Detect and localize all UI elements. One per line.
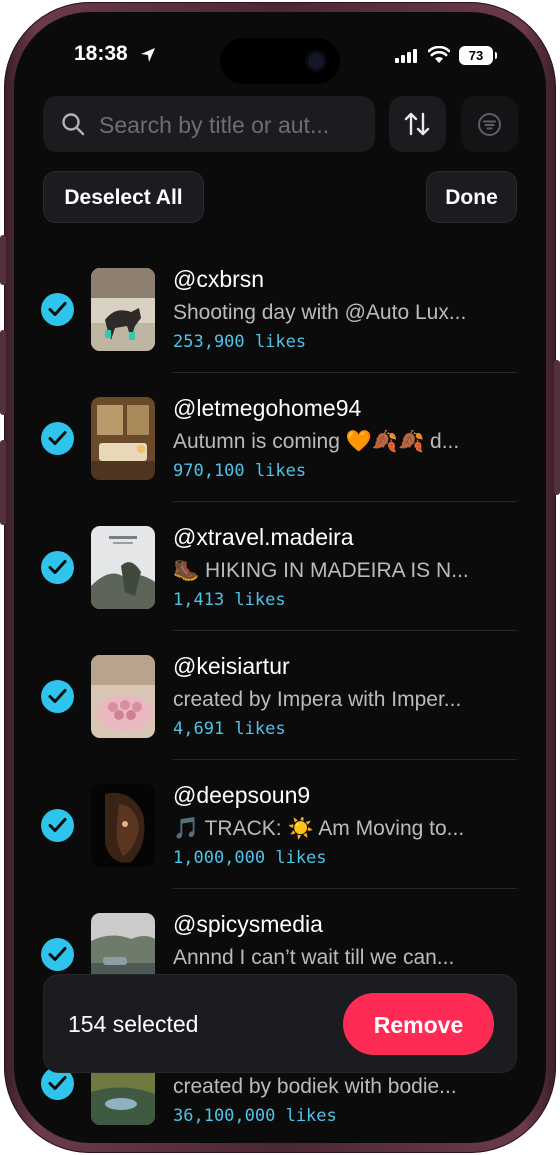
battery-indicator: 73 [459,46,497,65]
sort-button[interactable] [389,96,446,152]
video-thumbnail [91,268,155,351]
item-likes: 36,100,000 likes [173,1106,337,1126]
checkmark-icon[interactable] [41,809,74,842]
deselect-all-button[interactable]: Deselect All [43,171,204,223]
item-author: @keisiartur [173,653,290,679]
item-description: Shooting day with @Auto Lux... [173,301,467,324]
filter-button[interactable] [461,96,518,152]
item-author: @cxbrsn [173,266,265,292]
side-button [0,235,6,285]
item-likes: 253,900 likes [173,332,307,352]
video-thumbnail [91,397,155,480]
wifi-icon [427,45,451,69]
status-time: 18:38 [74,42,128,65]
item-author: @letmegohome94 [173,395,362,421]
checkmark-icon[interactable] [41,680,74,713]
status-bar: 18:38 73 [14,12,546,102]
item-description: Autumn is coming 🧡🍂🍂 d... [173,430,460,453]
item-author: @xtravel.madeira [173,524,354,550]
video-list-item[interactable]: @letmegohome94 Autumn is coming 🧡🍂🍂 d...… [14,373,546,502]
video-thumbnail [91,784,155,867]
item-author: @deepsoun9 [173,782,311,808]
item-description: created by bodiek with bodie... [173,1075,457,1098]
item-likes: 1,000,000 likes [173,848,327,868]
checkmark-icon[interactable] [41,938,74,971]
search-input[interactable] [97,96,361,154]
filter-icon [478,113,501,136]
checkmark-icon[interactable] [41,422,74,455]
volume-down-button [0,440,6,525]
done-button[interactable]: Done [426,171,517,223]
selected-count: 154 selected [68,1011,199,1037]
video-thumbnail [91,526,155,609]
sort-arrows-icon [404,112,430,136]
item-description: 🥾 HIKING IN MADEIRA IS N... [173,559,469,582]
selection-bar: 154 selected Remove [43,974,517,1073]
item-author: @spicysmedia [173,911,323,937]
power-button [554,360,560,495]
checkmark-icon[interactable] [41,293,74,326]
item-description: Annnd I can’t wait till we can... [173,946,455,969]
location-arrow-icon [140,47,156,68]
search-icon [62,113,85,136]
video-list-item[interactable]: @xtravel.madeira 🥾 HIKING IN MADEIRA IS … [14,502,546,631]
video-thumbnail [91,655,155,738]
cellular-signal-icon [395,49,419,68]
video-list-item[interactable]: @keisiartur created by Impera with Imper… [14,631,546,760]
item-description: created by Impera with Imper... [173,688,462,711]
dynamic-island [220,38,340,84]
video-list-item[interactable]: @deepsoun9 🎵 TRACK: ☀️ Am Moving to... 1… [14,760,546,889]
item-description: 🎵 TRACK: ☀️ Am Moving to... [173,817,465,840]
front-camera [308,53,324,69]
video-list-item[interactable]: @cxbrsn Shooting day with @Auto Lux... 2… [14,244,546,373]
item-likes: 1,413 likes [173,590,286,610]
screen: 18:38 73 Search by title or aut... Desel… [14,12,546,1143]
item-likes: 4,691 likes [173,719,286,739]
search-bar[interactable] [43,96,375,154]
remove-button[interactable]: Remove [343,993,494,1055]
item-likes: 970,100 likes [173,461,307,481]
volume-up-button [0,330,6,415]
checkmark-icon[interactable] [41,551,74,584]
